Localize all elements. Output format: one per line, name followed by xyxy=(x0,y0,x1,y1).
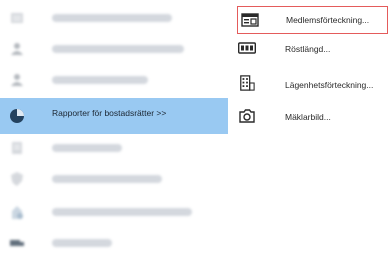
left-menu-item-5-label xyxy=(52,144,122,152)
home-icon xyxy=(12,206,23,219)
member-register-icon xyxy=(241,13,259,27)
submenu-item-rostlangd[interactable]: Röstlängd... xyxy=(235,36,385,62)
document-icon xyxy=(11,13,23,23)
left-menu-item-1[interactable] xyxy=(0,1,228,35)
truck-icon xyxy=(10,240,24,246)
submenu-item-label: Röstlängd... xyxy=(285,44,331,54)
people-icon xyxy=(11,43,23,55)
left-menu-item-7[interactable] xyxy=(0,195,228,229)
person-icon xyxy=(11,74,23,86)
vote-register-icon xyxy=(238,42,256,54)
left-menu-item-1-label xyxy=(52,14,172,22)
left-menu-reports-label: Rapporter för bostadsrätter >> xyxy=(52,108,167,118)
left-menu-item-8[interactable] xyxy=(0,226,228,260)
left-menu-item-3[interactable] xyxy=(0,63,228,97)
submenu-item-label: Lägenhetsförteckning... xyxy=(285,80,374,90)
reports-submenu: Medlemsförteckning... Röstlängd... Lägen… xyxy=(233,0,388,252)
left-menu-item-6[interactable] xyxy=(0,162,228,196)
left-menu-item-2-label xyxy=(52,45,184,53)
submenu-item-label: Medlemsförteckning... xyxy=(286,15,370,25)
submenu-item-maklarbild[interactable]: Mäklarbild... xyxy=(235,104,385,130)
submenu-item-lagenhetsforteckning[interactable]: Lägenhetsförteckning... xyxy=(235,72,385,98)
submenu-item-medlemsforteckning[interactable]: Medlemsförteckning... xyxy=(237,6,388,34)
left-menu-item-5[interactable] xyxy=(0,131,228,165)
left-menu-item-7-label xyxy=(52,208,192,216)
left-menu-item-3-label xyxy=(52,76,148,84)
left-menu-item-2[interactable] xyxy=(0,32,228,66)
shield-icon xyxy=(11,172,23,186)
submenu-item-label: Mäklarbild... xyxy=(285,112,331,122)
pie-chart-icon xyxy=(10,109,24,123)
list-icon xyxy=(12,142,22,154)
left-menu-item-8-label xyxy=(52,239,112,247)
left-menu-item-reports[interactable]: Rapporter för bostadsrätter >> xyxy=(0,98,228,134)
camera-icon xyxy=(239,109,255,123)
left-menu-item-6-label xyxy=(52,175,162,183)
apartment-register-icon xyxy=(240,75,255,91)
left-menu: Rapporter för bostadsrätter >> xyxy=(0,0,228,252)
